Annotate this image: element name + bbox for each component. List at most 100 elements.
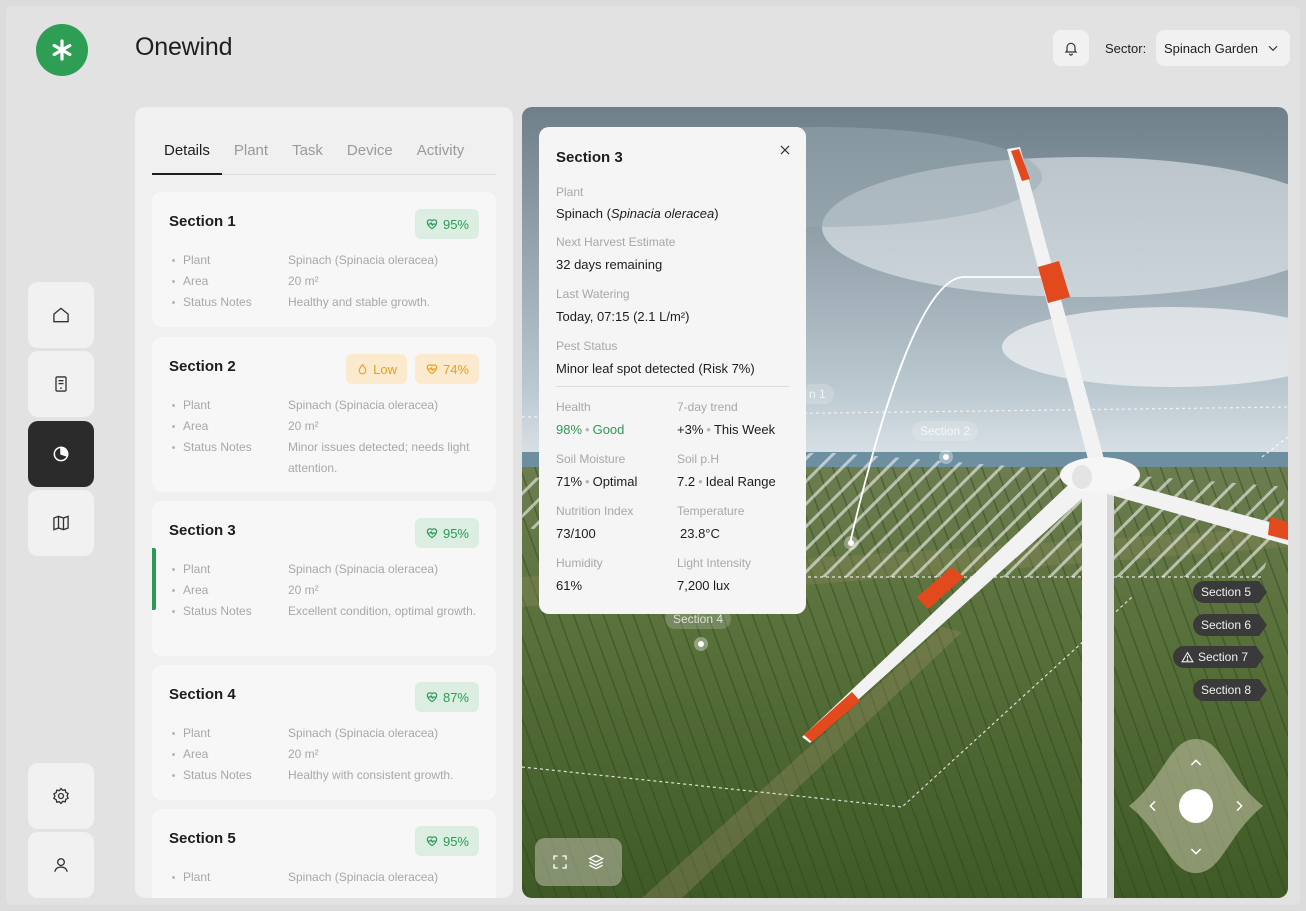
sector-select[interactable]: Spinach Garden xyxy=(1156,30,1290,66)
notes-value: Excellent condition, optimal growth. xyxy=(288,604,477,618)
user-icon xyxy=(54,858,68,872)
fullscreen-icon[interactable] xyxy=(551,853,569,871)
popup-pest-label: Pest Status xyxy=(556,339,618,353)
map-section-2-label[interactable]: Section 2 xyxy=(912,421,979,441)
tab-device[interactable]: Device xyxy=(335,137,405,175)
gear-icon xyxy=(53,787,69,805)
camera-joystick[interactable] xyxy=(1127,737,1265,875)
section-title: Section 2 xyxy=(169,358,236,375)
metric-trend-label: 7-day trend xyxy=(677,400,738,414)
map-section-3-marker[interactable] xyxy=(844,536,858,550)
map-pill-section-7[interactable]: Section 7 xyxy=(1173,646,1265,668)
close-icon xyxy=(780,145,789,154)
section-title: Section 1 xyxy=(169,213,236,230)
popup-close-button[interactable] xyxy=(763,127,806,172)
metric-health-label: Health xyxy=(556,400,591,414)
metric-moisture-value: 71% • Optimal xyxy=(556,474,638,489)
metric-light-value: 7,200 lux xyxy=(677,578,730,593)
metric-light-label: Light Intensity xyxy=(677,556,752,570)
section-card-3[interactable]: Section 3 95% Plant Spinach (Spinacia ole… xyxy=(152,501,496,656)
area-value: 20 m² xyxy=(288,419,319,433)
metric-extra: Good xyxy=(592,422,625,437)
tab-plant[interactable]: Plant xyxy=(222,137,280,175)
notes-label: Status Notes xyxy=(169,765,288,786)
heart-pulse-icon xyxy=(426,528,438,539)
details-panel: Details Plant Task Device Activity Secti… xyxy=(135,107,513,898)
app-title: Onewind xyxy=(135,33,233,61)
water-value: Low xyxy=(373,361,397,377)
plant-common-name: Spinach ( xyxy=(556,206,611,221)
health-value: 74% xyxy=(442,361,469,377)
notifications-button[interactable] xyxy=(1053,30,1089,66)
sidebar-item-profile[interactable] xyxy=(28,832,94,898)
metric-ph-value: 7.2 • Ideal Range xyxy=(677,474,776,489)
health-badge: 95% xyxy=(414,826,479,856)
area-label: Area xyxy=(169,271,288,292)
plant-paren-close: ) xyxy=(714,206,719,221)
map-pill-section-5[interactable]: Section 5 xyxy=(1193,581,1268,603)
tab-task[interactable]: Task xyxy=(280,137,335,175)
plant-value: Spinach (Spinacia oleracea) xyxy=(288,253,439,267)
heart-pulse-icon xyxy=(426,364,438,375)
chevron-down-icon xyxy=(1268,45,1278,52)
map-pill-section-8[interactable]: Section 8 xyxy=(1193,679,1268,701)
chevron-up-icon[interactable] xyxy=(1188,755,1204,771)
plant-value: Spinach (Spinacia oleracea) xyxy=(288,562,439,576)
metric-ph-label: Soil p.H xyxy=(677,452,720,466)
layers-icon[interactable] xyxy=(586,852,606,872)
tab-activity[interactable]: Activity xyxy=(405,137,477,175)
metric-humidity-label: Humidity xyxy=(556,556,603,570)
metric-trend-value: +3% • This Week xyxy=(677,422,776,437)
map-section-4-marker[interactable] xyxy=(694,637,708,651)
sidebar-item-map[interactable] xyxy=(28,490,94,556)
map-section-2-marker[interactable] xyxy=(939,450,953,464)
notes-label: Status Notes xyxy=(169,437,288,479)
popup-plant-label: Plant xyxy=(556,185,584,199)
metric-health-value: 98% • Good xyxy=(556,422,625,437)
chevron-down-icon[interactable] xyxy=(1188,843,1204,859)
section-card-5[interactable]: Section 5 95% Plant Spinach (Spinacia ole… xyxy=(152,809,496,898)
plant-label: Plant xyxy=(169,250,288,271)
metric-extra: This Week xyxy=(713,422,776,437)
heart-pulse-icon xyxy=(426,692,438,703)
section-title: Section 4 xyxy=(169,686,236,703)
sidebar-item-settings[interactable] xyxy=(28,763,94,829)
section-detail-popup: Section 3 Plant Spinach (Spinacia olerac… xyxy=(539,127,806,614)
health-badge: 95% xyxy=(414,518,479,548)
heart-pulse-icon xyxy=(426,836,438,847)
bell-icon xyxy=(1064,42,1078,56)
metric-moisture-label: Soil Moisture xyxy=(556,452,626,466)
section-card-2[interactable]: Section 2 Low 74% Plant Spinach (Spinacia… xyxy=(152,337,496,492)
sidebar-item-analytics[interactable] xyxy=(28,421,94,487)
active-section-indicator xyxy=(152,548,156,610)
metric-value: +3% xyxy=(677,422,704,437)
map-pill-section-6[interactable]: Section 6 xyxy=(1193,614,1268,636)
tab-details[interactable]: Details xyxy=(152,137,222,175)
chevron-right-icon[interactable] xyxy=(1231,798,1247,814)
app-logo[interactable] xyxy=(36,24,88,76)
notes-value: Minor issues detected; needs light atten… xyxy=(288,440,470,475)
map-icon xyxy=(53,515,69,531)
metric-value: 98% xyxy=(556,422,583,437)
section-card-4[interactable]: Section 4 87% Plant Spinach (Spinacia ole… xyxy=(152,665,496,800)
popup-plant-value: Spinach (Spinacia oleracea) xyxy=(556,206,719,221)
plant-value: Spinach (Spinacia oleracea) xyxy=(288,398,439,412)
pie-chart-icon xyxy=(53,446,69,462)
sidebar-item-home[interactable] xyxy=(28,282,94,348)
plant-value: Spinach (Spinacia oleracea) xyxy=(288,726,439,740)
sidebar-item-reports[interactable] xyxy=(28,351,94,417)
metric-temperature-value: 23.8°C xyxy=(680,526,720,541)
section-card-1[interactable]: Section 1 95% Plant Spinach (Spinacia ole… xyxy=(152,192,496,327)
health-value: 95% xyxy=(442,833,469,849)
health-value: 95% xyxy=(442,216,469,232)
chevron-left-icon[interactable] xyxy=(1145,798,1161,814)
area-value: 20 m² xyxy=(288,274,319,288)
metric-extra: Ideal Range xyxy=(705,474,776,489)
tab-bar: Details Plant Task Device Activity xyxy=(152,137,496,175)
popup-watering-label: Last Watering xyxy=(556,287,630,301)
popup-watering-value: Today, 07:15 (2.1 L/m²) xyxy=(556,309,690,324)
area-value: 20 m² xyxy=(288,747,319,761)
document-icon xyxy=(55,376,67,392)
home-icon xyxy=(53,307,69,323)
metric-nutrition-label: Nutrition Index xyxy=(556,504,634,518)
